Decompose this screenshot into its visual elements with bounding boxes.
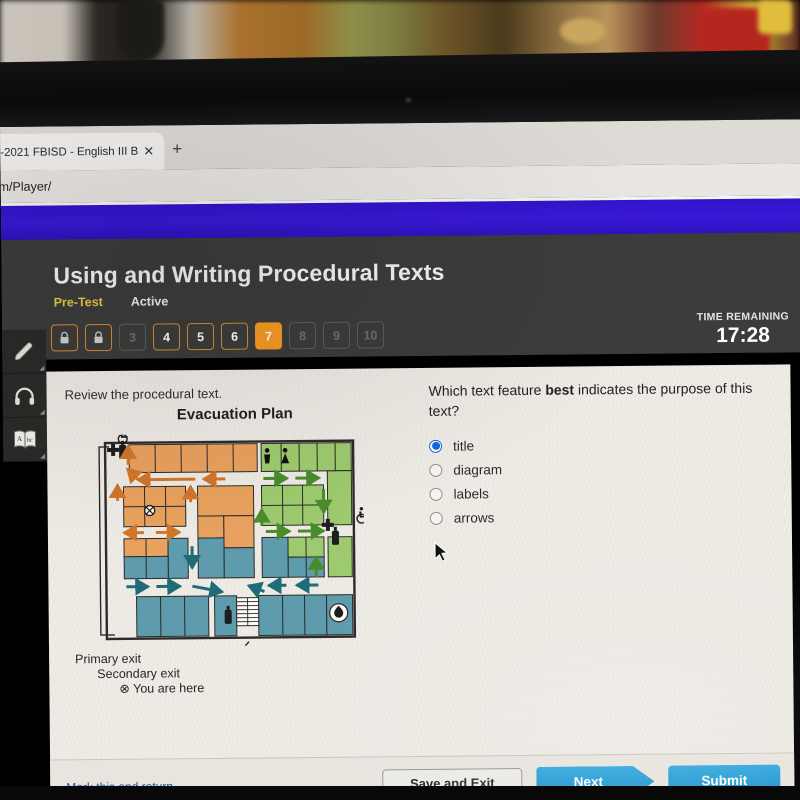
option-diagram[interactable]: diagram bbox=[429, 459, 777, 477]
question-nav-item-3: 3 bbox=[118, 323, 147, 351]
answer-options: title diagram labels arrows bbox=[429, 435, 778, 525]
option-label: arrows bbox=[453, 509, 495, 526]
pencil-icon bbox=[14, 342, 33, 360]
lock-icon bbox=[94, 331, 103, 344]
question-nav-item-4[interactable]: 4 bbox=[152, 323, 181, 351]
legend-primary-exit: Primary exit bbox=[75, 651, 142, 667]
option-label: diagram bbox=[453, 461, 503, 478]
photo-scene: -2021 FBISD - English III B - ✕ + m/Play… bbox=[0, 0, 800, 800]
radio-labels[interactable] bbox=[429, 487, 443, 501]
laptop-screen: -2021 FBISD - English III B - ✕ + m/Play… bbox=[0, 119, 800, 800]
time-remaining-value: 17:28 bbox=[716, 323, 771, 348]
mouse-cursor bbox=[434, 541, 449, 562]
restroom-men-icon bbox=[264, 448, 271, 464]
room-object bbox=[118, 0, 164, 60]
browser-tab-strip: -2021 FBISD - English III B - ✕ + bbox=[0, 119, 800, 172]
dictionary-tool[interactable]: A bc bbox=[2, 417, 48, 462]
question-nav-item-8: 8 bbox=[288, 321, 317, 350]
radio-title[interactable] bbox=[429, 439, 443, 453]
evacuation-figure: Evacuation Plan Primary exit Secondary e… bbox=[65, 404, 418, 697]
book-icon: A bc bbox=[13, 429, 37, 449]
question-text: Which text feature best indicates the pu… bbox=[428, 378, 776, 422]
webcam-icon bbox=[404, 97, 413, 103]
legend-secondary-exit: Secondary exit bbox=[97, 666, 181, 681]
question-nav-item-10: 10 bbox=[356, 321, 385, 349]
status-badge: Active bbox=[130, 294, 169, 309]
figure-title: Evacuation Plan bbox=[176, 405, 293, 424]
option-arrows[interactable]: arrows bbox=[429, 507, 778, 526]
question-card: Review the procedural text. Evacuation P… bbox=[46, 364, 796, 800]
assignment-meta: Pre-Test Active bbox=[54, 294, 169, 309]
first-aid-icon bbox=[107, 443, 120, 456]
lock-icon bbox=[60, 331, 69, 344]
plus-icon[interactable]: + bbox=[172, 139, 182, 159]
tool-rail: A bc bbox=[1, 329, 48, 570]
question-text-before: Which text feature bbox=[428, 381, 546, 399]
assignment-type: Pre-Test bbox=[53, 295, 103, 310]
radio-arrows[interactable] bbox=[429, 511, 443, 525]
question-column: Which text feature best indicates the pu… bbox=[428, 378, 777, 526]
close-icon[interactable]: ✕ bbox=[143, 143, 154, 159]
option-label: title bbox=[453, 438, 475, 454]
question-nav-item-6[interactable]: 6 bbox=[220, 322, 249, 350]
figure-legend: Primary exit Secondary exit ⊗ You are he… bbox=[75, 651, 204, 696]
screen-bottom-edge bbox=[0, 786, 800, 800]
svg-text:bc: bc bbox=[27, 437, 33, 443]
question-nav-item-2[interactable] bbox=[84, 323, 113, 352]
evacuation-plan-diagram bbox=[98, 432, 365, 648]
option-label: labels bbox=[453, 485, 489, 502]
legend-you-are-here: ⊗ You are here bbox=[119, 680, 205, 696]
radio-diagram[interactable] bbox=[429, 463, 443, 477]
flame-icon bbox=[329, 603, 349, 623]
question-nav: 3 4 5 6 7 8 9 10 bbox=[50, 321, 385, 352]
green-rooms-top bbox=[260, 442, 352, 473]
review-prompt: Review the procedural text. bbox=[64, 385, 223, 403]
fire-extinguisher-icon bbox=[331, 526, 340, 545]
time-remaining: TIME REMAINING 17:28 bbox=[668, 310, 800, 348]
wheelchair-icon bbox=[356, 507, 365, 524]
mixed-rooms-left bbox=[123, 537, 189, 580]
audio-tool[interactable] bbox=[2, 373, 47, 418]
orange-rooms-top bbox=[128, 443, 258, 474]
page-title: Using and Writing Procedural Texts bbox=[53, 258, 445, 289]
url-text: m/Player/ bbox=[0, 179, 52, 195]
app-header: Using and Writing Procedural Texts Pre-T… bbox=[1, 232, 800, 360]
option-title[interactable]: title bbox=[429, 435, 777, 453]
question-text-emphasis: best bbox=[545, 381, 575, 398]
browser-tab[interactable]: -2021 FBISD - English III B - ✕ bbox=[0, 132, 165, 172]
room-object bbox=[560, 18, 606, 44]
question-nav-item-1[interactable] bbox=[50, 324, 79, 352]
stairs-icon bbox=[236, 597, 260, 627]
question-nav-item-7[interactable]: 7 bbox=[254, 322, 283, 350]
option-labels[interactable]: labels bbox=[429, 483, 777, 501]
orange-rooms-left bbox=[122, 485, 187, 528]
browser-tab-title: -2021 FBISD - English III B - bbox=[0, 145, 140, 159]
room-object bbox=[758, 0, 792, 34]
time-remaining-label: TIME REMAINING bbox=[696, 310, 790, 324]
svg-text:A: A bbox=[17, 434, 22, 442]
you-are-here-icon bbox=[144, 504, 156, 517]
headphones-icon bbox=[15, 387, 35, 405]
question-nav-item-9: 9 bbox=[322, 321, 351, 349]
question-nav-item-5[interactable]: 5 bbox=[186, 322, 215, 351]
highlighter-tool[interactable] bbox=[1, 329, 47, 374]
